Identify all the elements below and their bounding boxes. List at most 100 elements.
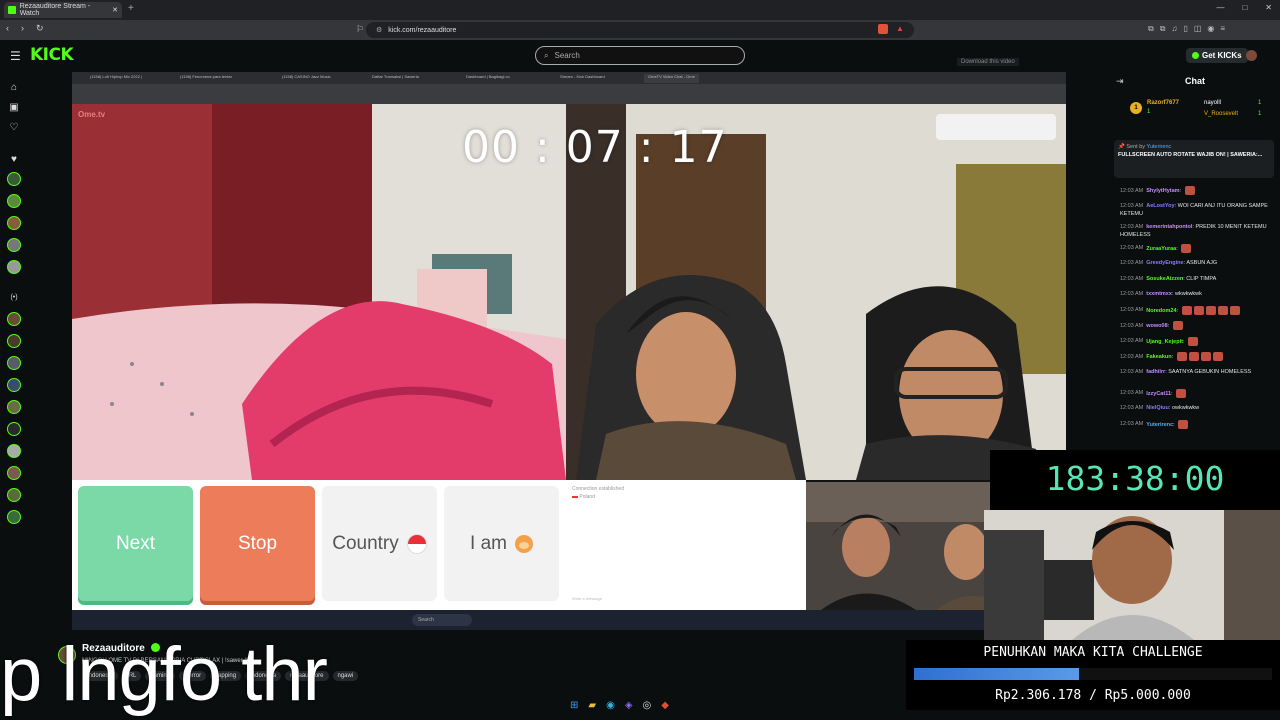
file-explorer-icon[interactable]: ▰ xyxy=(588,700,596,711)
user-avatar[interactable] xyxy=(1246,50,1257,61)
chat-timestamp: 12:03 AM xyxy=(1120,322,1144,329)
chat-emote-icon xyxy=(1200,352,1211,361)
kick-logo[interactable]: KICK xyxy=(30,45,74,65)
chat-timestamp: 12:03 AM xyxy=(1120,291,1144,297)
leaderboard-count: 1 xyxy=(1258,111,1262,117)
stop-label: Stop xyxy=(237,532,278,554)
followed-channel-avatar[interactable] xyxy=(7,216,21,230)
chat-message: 12:03 AM txxmtmxx: wkwkwkwk xyxy=(1120,291,1202,297)
chat-username[interactable]: Fakeakun xyxy=(1146,354,1171,360)
pinned-message[interactable]: 📌 Sent by Yuterirenc FULLSCREEN AUTO ROT… xyxy=(1114,140,1274,178)
followed-channel-avatar[interactable] xyxy=(7,172,21,186)
country-button[interactable]: Country xyxy=(322,486,437,601)
next-button[interactable]: Next xyxy=(78,486,193,601)
recommended-channel-avatar[interactable] xyxy=(7,510,21,524)
chat-emote-icon xyxy=(1217,305,1228,315)
stop-button[interactable]: Stop xyxy=(200,486,315,601)
country-label: Country xyxy=(332,532,399,554)
followed-channel-avatar[interactable] xyxy=(7,194,21,208)
connection-location: Poland xyxy=(572,494,624,500)
windows-start-icon[interactable]: ⊞ xyxy=(570,700,578,711)
chat-message: 12:03 AM Yuterirenc: xyxy=(1120,419,1268,429)
close-window-button[interactable]: ✕ xyxy=(1265,3,1272,12)
chat-username[interactable]: fadhilrr xyxy=(1146,369,1165,375)
new-tab-button[interactable]: + xyxy=(128,3,134,14)
site-info-icon[interactable]: ⚙ xyxy=(376,26,382,34)
hamburger-menu-icon[interactable]: ☰ xyxy=(10,49,21,63)
chat-timestamp: 12:03 AM xyxy=(1120,202,1144,209)
chat-username[interactable]: NielQiuu xyxy=(1146,405,1169,411)
recommended-channel-avatar[interactable] xyxy=(7,444,21,458)
message-input[interactable]: Write a message xyxy=(572,596,602,601)
forward-icon[interactable]: › xyxy=(21,23,24,34)
connection-status: Connection established Poland xyxy=(572,486,624,500)
recommended-channel-avatar[interactable] xyxy=(7,334,21,348)
captured-tab-active: OmeTV Video Chat - Ome xyxy=(644,74,699,83)
stream-tag[interactable]: ngawi xyxy=(332,671,359,681)
i-am-label: I am xyxy=(470,532,507,554)
chat-username[interactable]: IzzyCat11 xyxy=(1146,390,1171,396)
chat-text: wkwkwkwk xyxy=(1175,291,1202,297)
recommended-channel-avatar[interactable] xyxy=(7,378,21,392)
browse-icon[interactable]: ▣ xyxy=(8,102,20,114)
app-icon[interactable]: ◎ xyxy=(643,700,652,711)
recommended-channel-avatar[interactable] xyxy=(7,488,21,502)
ometv-logo: Ome.tv xyxy=(78,110,106,119)
brave-shield-icon[interactable] xyxy=(878,24,888,34)
back-icon[interactable]: ‹ xyxy=(6,23,9,34)
chat-username[interactable]: ShylytHytam xyxy=(1146,188,1179,194)
maximize-button[interactable]: □ xyxy=(1242,3,1247,12)
chat-username[interactable]: Ujang_Kejepit xyxy=(1146,338,1183,344)
bookmark-icon[interactable]: ⚐ xyxy=(356,24,364,35)
chat-username[interactable]: GreedyEngine xyxy=(1146,260,1183,266)
followed-channel-avatar[interactable] xyxy=(7,260,21,274)
chat-username[interactable]: Yuterirenc xyxy=(1146,421,1173,427)
download-video-button[interactable]: Download this video xyxy=(957,58,1019,66)
close-tab-icon[interactable]: ✕ xyxy=(112,6,118,14)
chat-timestamp: 12:03 AM xyxy=(1120,421,1144,428)
heart-icon[interactable]: ♥ xyxy=(8,154,20,166)
chat-username[interactable]: wowo08 xyxy=(1146,323,1167,329)
following-icon[interactable]: ♡ xyxy=(8,122,20,134)
chat-username[interactable]: ZuraaYuraa xyxy=(1146,245,1176,251)
chat-message: 12:03 AM GreedyEngine: ASBUN AJG xyxy=(1120,260,1218,266)
extension-icon[interactable]: ◫ xyxy=(1194,24,1202,34)
followed-channel-avatar[interactable] xyxy=(7,238,21,252)
chat-username[interactable]: Noredom24 xyxy=(1146,307,1176,313)
recommended-channel-avatar[interactable] xyxy=(7,312,21,326)
edge-icon[interactable]: ◉ xyxy=(606,700,615,711)
leaderboard-count: 1 xyxy=(1147,109,1151,115)
discord-icon[interactable]: ◈ xyxy=(625,700,633,711)
recommended-channel-avatar[interactable] xyxy=(7,400,21,414)
recommended-channel-avatar[interactable] xyxy=(7,466,21,480)
chat-username[interactable]: kemerintahpontol xyxy=(1146,224,1192,230)
warning-icon[interactable]: ▲ xyxy=(896,24,904,33)
next-label: Next xyxy=(115,532,156,554)
windows-taskbar: ⊞ ▰ ◉ ◈ ◎ ◆ xyxy=(570,700,669,711)
music-icon[interactable]: ♫ xyxy=(1171,24,1177,34)
sidebar-icon[interactable]: ▯ xyxy=(1183,24,1187,34)
recommended-channel-avatar[interactable] xyxy=(7,356,21,370)
chat-username[interactable]: AeLostYoy xyxy=(1146,203,1174,209)
brave-icon[interactable]: ◆ xyxy=(661,700,669,711)
minimize-button[interactable]: — xyxy=(1216,3,1224,12)
stream-video[interactable]: (1158) Lofi Hiphop Mix 2022 | (1158) Fen… xyxy=(72,72,1066,630)
chat-emote-icon xyxy=(1188,336,1198,346)
extension-icon[interactable]: ⧉ xyxy=(1160,24,1166,34)
home-icon[interactable]: ⌂ xyxy=(8,82,20,94)
browser-tab[interactable]: Rezaauditore Stream - Watch ✕ xyxy=(4,2,122,18)
address-bar[interactable]: ⚙ kick.com/rezaauditore xyxy=(366,22,914,38)
get-kicks-button[interactable]: Get KICKs xyxy=(1186,48,1248,63)
search-input[interactable]: ⌕ Search xyxy=(535,46,745,65)
chat-username[interactable]: txxmtmxx xyxy=(1146,291,1172,297)
extension-icon[interactable]: ⧉ xyxy=(1148,24,1154,34)
captured-taskbar-search: Search xyxy=(412,614,472,626)
get-kicks-label: Get KICKs xyxy=(1202,51,1242,60)
chat-username[interactable]: SosukeAizzen xyxy=(1146,276,1183,282)
extension-icon[interactable]: ◉ xyxy=(1207,24,1214,34)
reload-icon[interactable]: ↻ xyxy=(36,23,44,34)
recommended-channel-avatar[interactable] xyxy=(7,422,21,436)
pinned-sender: 📌 Sent by Yuterirenc xyxy=(1118,144,1172,150)
i-am-button[interactable]: I am xyxy=(444,486,559,601)
menu-icon[interactable]: ≡ xyxy=(1220,24,1225,34)
